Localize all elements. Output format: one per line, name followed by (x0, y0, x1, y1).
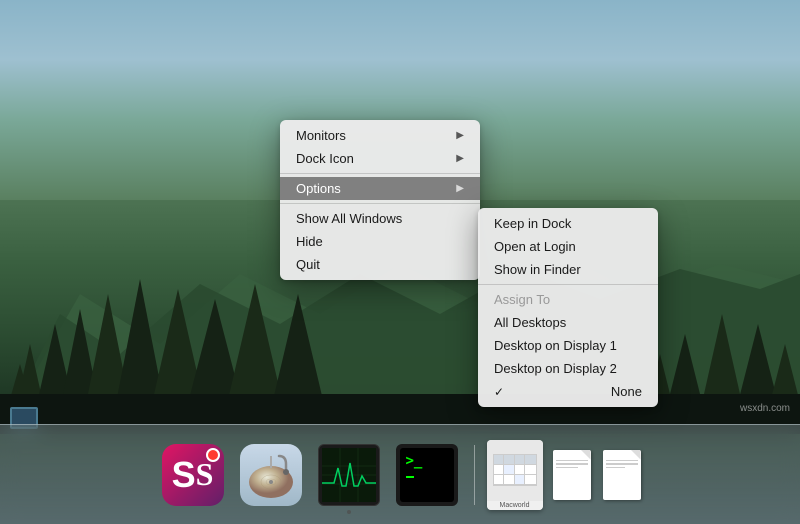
activity-monitor-icon (318, 444, 380, 506)
document-icon-1 (553, 450, 591, 500)
context-menu-container: Monitors ▶ Dock Icon ▶ Options ▶ Show Al… (280, 120, 480, 280)
dock-item-terminal[interactable]: >_ (392, 440, 462, 510)
terminal-prompt-text: >_ (406, 454, 423, 468)
submenu-item-desktop-display2[interactable]: Desktop on Display 2 (478, 357, 658, 380)
submenu-item-assign-to: Assign To (478, 288, 658, 311)
notification-badge (206, 448, 220, 462)
submenu-item-open-at-login[interactable]: Open at Login (478, 235, 658, 258)
dock-separator (474, 445, 475, 505)
dock-item-activity-monitor[interactable] (314, 440, 384, 510)
watermark: wsxdn.com (740, 403, 790, 414)
menu-item-show-all-windows[interactable]: Show All Windows (280, 207, 480, 230)
terminal-screen: >_ (400, 448, 454, 502)
main-context-menu: Monitors ▶ Dock Icon ▶ Options ▶ Show Al… (280, 120, 480, 280)
menu-item-options[interactable]: Options ▶ (280, 177, 480, 200)
slack-icon: S (162, 444, 224, 506)
menu-item-hide[interactable]: Hide (280, 230, 480, 253)
none-checkmark: ✓ (494, 385, 504, 399)
terminal-cursor (406, 476, 414, 478)
submenu-arrow-options: ▶ (456, 183, 464, 194)
monitor-screen (322, 448, 376, 502)
menu-item-dock-icon[interactable]: Dock Icon ▶ (280, 147, 480, 170)
terminal-icon: >_ (396, 444, 458, 506)
submenu-arrow-monitors: ▶ (456, 130, 464, 141)
submenu-item-keep-in-dock[interactable]: Keep in Dock (478, 212, 658, 235)
options-submenu: Keep in Dock Open at Login Show in Finde… (478, 208, 658, 407)
dock-running-indicator (347, 510, 351, 514)
dock-item-doc1[interactable] (551, 440, 593, 510)
disk-utility-icon (240, 444, 302, 506)
submenu-item-all-desktops[interactable]: All Desktops (478, 311, 658, 334)
separator-2 (280, 203, 480, 204)
submenu-item-desktop-display1[interactable]: Desktop on Display 1 (478, 334, 658, 357)
macworld-label: Macworld (487, 501, 543, 510)
options-separator-1 (478, 284, 658, 285)
separator-1 (280, 173, 480, 174)
submenu-item-none[interactable]: ✓ None (478, 380, 658, 403)
document-icon-2 (603, 450, 641, 500)
dock-item-doc2[interactable] (601, 440, 643, 510)
menu-item-monitors[interactable]: Monitors ▶ (280, 124, 480, 147)
menu-item-quit[interactable]: Quit (280, 253, 480, 276)
macworld-icon: Macworld (487, 440, 543, 510)
dock-item-disk-utility[interactable] (236, 440, 306, 510)
submenu-arrow-dock-icon: ▶ (456, 153, 464, 164)
dock: S (0, 424, 800, 524)
dock-item-slack[interactable]: S (158, 440, 228, 510)
submenu-item-show-in-finder[interactable]: Show in Finder (478, 258, 658, 281)
dock-item-macworld[interactable]: Macworld (487, 440, 543, 510)
